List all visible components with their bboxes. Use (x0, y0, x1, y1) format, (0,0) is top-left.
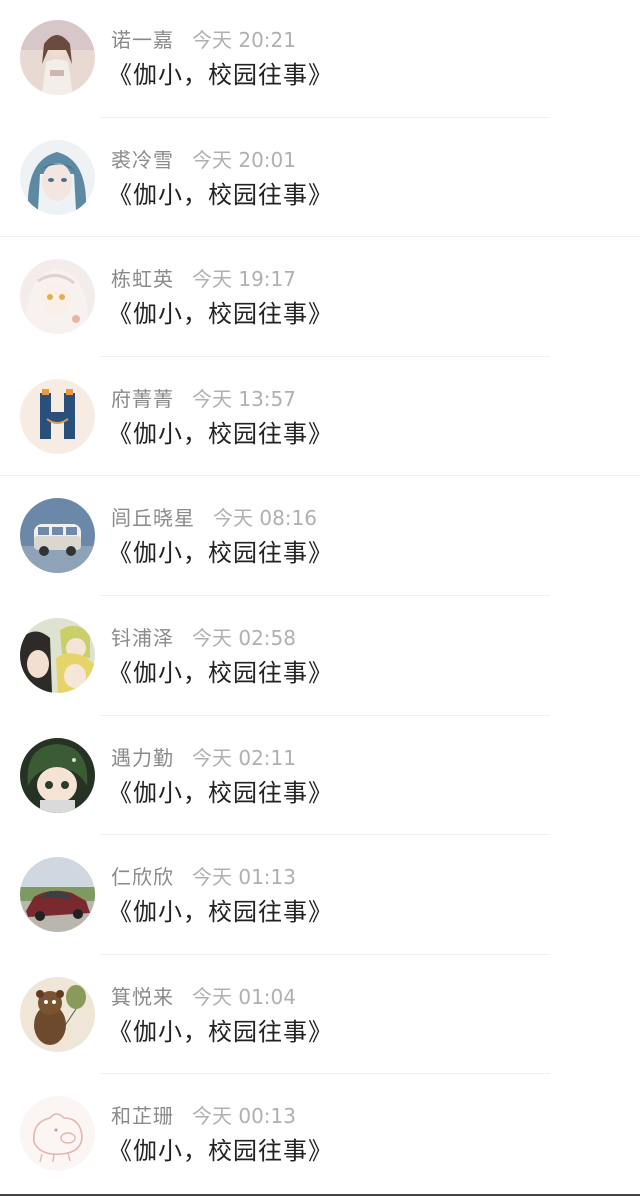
comment-item[interactable]: 府菁菁 今天 13:57 《伽小，校园往事》 (0, 359, 640, 479)
comment-time: 今天 20:01 (192, 147, 296, 172)
comment-item[interactable]: 钭浦泽 今天 02:58 《伽小，校园往事》 (0, 598, 640, 718)
comment-meta: 箕悦来 今天 01:04 (111, 983, 296, 1011)
anime-group-avatar[interactable] (20, 617, 95, 693)
chibi-green-hair-avatar-image (20, 737, 95, 813)
vintage-van-avatar[interactable] (20, 498, 95, 574)
comment-time: 今天 01:13 (192, 865, 296, 890)
comment-time: 今天 19:17 (192, 267, 296, 292)
comment-time: 今天 20:21 (192, 28, 296, 52)
user-name[interactable]: 栋虹英 (111, 267, 174, 291)
divider (100, 714, 550, 716)
user-name[interactable]: 诺一嘉 (111, 28, 174, 52)
comment-text: 《伽小，校园往事》 (108, 300, 333, 329)
anime-group-avatar-image (20, 617, 95, 693)
comment-meta: 仁欣欣 今天 01:13 (111, 863, 296, 891)
comment-item[interactable]: 仁欣欣 今天 01:13 《伽小，校园往事》 (0, 837, 640, 957)
comment-text: 《伽小，校园往事》 (108, 539, 333, 568)
bear-balloon-avatar-image (20, 976, 95, 1052)
divider (100, 594, 550, 596)
comment-meta: 府菁菁 今天 13:57 (111, 385, 296, 413)
comment-time: 今天 00:13 (192, 1104, 296, 1129)
letter-h-avatar-image (20, 378, 95, 454)
comment-time: 今天 02:11 (192, 745, 296, 770)
red-car-avatar-image (20, 857, 95, 933)
chibi-green-hair-avatar[interactable] (20, 737, 95, 813)
comment-item[interactable]: 裘冷雪 今天 20:01 《伽小，校园往事》 (0, 120, 640, 240)
user-name[interactable]: 遇力勤 (111, 746, 174, 770)
user-name[interactable]: 和芷珊 (111, 1104, 174, 1128)
comment-text: 《伽小，校园往事》 (108, 778, 333, 807)
comment-time: 今天 08:16 (213, 506, 317, 531)
comment-item[interactable]: 诺一嘉 今天 20:21 《伽小，校园往事》 (0, 0, 640, 120)
letter-h-avatar[interactable] (20, 378, 95, 454)
comment-item[interactable]: 箕悦来 今天 01:04 《伽小，校园往事》 (0, 957, 640, 1077)
user-name[interactable]: 箕悦来 (111, 985, 174, 1009)
divider (100, 953, 550, 955)
anime-blue-hair-avatar-image (20, 139, 95, 215)
comment-item[interactable]: 闾丘晓星 今天 08:16 《伽小，校园往事》 (0, 478, 640, 598)
user-name[interactable]: 仁欣欣 (111, 865, 174, 889)
user-name[interactable]: 府菁菁 (111, 387, 174, 411)
comment-meta: 栋虹英 今天 19:17 (111, 265, 296, 293)
comment-meta: 闾丘晓星 今天 08:16 (111, 504, 317, 532)
vintage-van-avatar-image (20, 498, 95, 574)
divider (100, 116, 550, 118)
red-car-avatar[interactable] (20, 857, 95, 933)
girl-portrait-avatar-image (20, 20, 95, 95)
anime-blue-hair-avatar[interactable] (20, 139, 95, 215)
user-name[interactable]: 裘冷雪 (111, 148, 174, 172)
divider (0, 236, 640, 238)
divider (100, 355, 550, 357)
pig-sketch-avatar[interactable] (20, 1096, 95, 1172)
comment-meta: 钭浦泽 今天 02:58 (111, 624, 296, 652)
comment-time: 今天 02:58 (192, 625, 296, 650)
comment-text: 《伽小，校园往事》 (108, 658, 333, 687)
user-name[interactable]: 钭浦泽 (111, 626, 174, 650)
comment-text: 《伽小，校园往事》 (108, 61, 333, 89)
comment-meta: 裘冷雪 今天 20:01 (111, 146, 296, 174)
comment-text: 《伽小，校园往事》 (108, 419, 333, 448)
comment-meta: 诺一嘉 今天 20:21 (111, 26, 296, 54)
divider (0, 475, 640, 477)
divider (100, 1073, 550, 1075)
girl-portrait-avatar[interactable] (20, 20, 95, 95)
anime-white-hair-avatar-image (20, 259, 95, 335)
comment-text: 《伽小，校园往事》 (108, 1137, 333, 1166)
comment-item[interactable]: 和芷珊 今天 00:13 《伽小，校园往事》 (0, 1076, 640, 1196)
comment-list: 诺一嘉 今天 20:21 《伽小，校园往事》 裘冷雪 今天 20:01 《伽小，校园… (0, 0, 640, 1196)
comment-item[interactable]: 栋虹英 今天 19:17 《伽小，校园往事》 (0, 239, 640, 359)
anime-white-hair-avatar[interactable] (20, 259, 95, 335)
comment-meta: 遇力勤 今天 02:11 (111, 744, 296, 772)
comment-meta: 和芷珊 今天 00:13 (111, 1102, 296, 1130)
bear-balloon-avatar[interactable] (20, 976, 95, 1052)
user-name[interactable]: 闾丘晓星 (111, 506, 195, 530)
comment-text: 《伽小，校园往事》 (108, 1017, 333, 1046)
comment-text: 《伽小，校园往事》 (108, 898, 333, 927)
comment-time: 今天 13:57 (192, 386, 296, 411)
pig-sketch-avatar-image (20, 1096, 95, 1172)
divider (100, 834, 550, 836)
comment-text: 《伽小，校园往事》 (108, 180, 333, 209)
comment-time: 今天 01:04 (192, 984, 296, 1009)
comment-item[interactable]: 遇力勤 今天 02:11 《伽小，校园往事》 (0, 718, 640, 838)
